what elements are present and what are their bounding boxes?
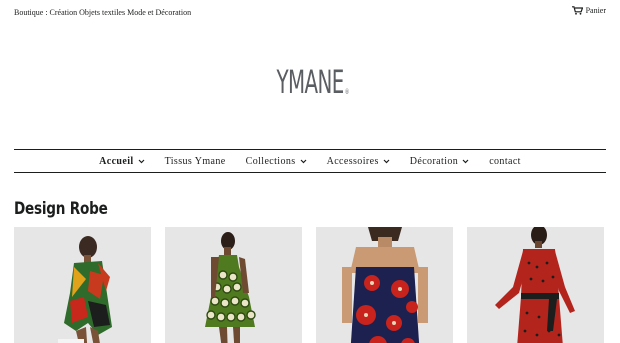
product-card[interactable]: [467, 227, 604, 343]
main-navigation: Accueil Tissus Ymane Collections Accesso…: [14, 149, 606, 173]
nav-label: Décoration: [409, 155, 459, 167]
nav-item-tissus-ymane[interactable]: Tissus Ymane: [165, 156, 226, 167]
chevron-down-icon: [300, 159, 307, 164]
cart-link[interactable]: Panier: [571, 6, 606, 15]
chevron-down-icon: [462, 159, 469, 164]
site-logo[interactable]: YMANE ®: [0, 66, 620, 98]
chevron-down-icon: [138, 159, 145, 164]
nav-label: Tissus Ymane: [164, 155, 226, 167]
cart-label: Panier: [585, 6, 606, 15]
nav-label: Accessoires: [326, 155, 379, 167]
product-image-dress-1: [58, 236, 112, 343]
top-bar: Boutique : Création Objets textiles Mode…: [14, 0, 606, 24]
nav-label: contact: [489, 155, 521, 167]
product-card[interactable]: [14, 227, 151, 343]
product-card[interactable]: [316, 227, 453, 343]
collection-title: Design Robe: [14, 199, 108, 219]
nav-label: Collections: [245, 155, 296, 167]
product-grid: [14, 227, 606, 343]
nav-item-decoration[interactable]: Décoration: [410, 156, 469, 167]
registered-mark: ®: [344, 88, 349, 96]
product-card[interactable]: [165, 227, 302, 343]
nav-item-accueil[interactable]: Accueil: [99, 155, 145, 167]
product-image-dress-2: [205, 232, 256, 343]
nav-label: Accueil: [99, 155, 134, 167]
nav-item-accessoires[interactable]: Accessoires: [327, 156, 390, 167]
nav-item-collections[interactable]: Collections: [246, 156, 307, 167]
product-image-dress-3: [342, 227, 428, 343]
logo-wordmark: YMANE ®: [276, 63, 349, 101]
shopping-cart-icon: [571, 6, 583, 15]
logo-text: YMANE: [276, 63, 344, 101]
chevron-down-icon: [383, 159, 390, 164]
nav-item-contact[interactable]: contact: [489, 156, 521, 167]
store-tagline: Boutique : Création Objets textiles Mode…: [14, 8, 192, 17]
product-image-dress-4: [495, 227, 575, 343]
